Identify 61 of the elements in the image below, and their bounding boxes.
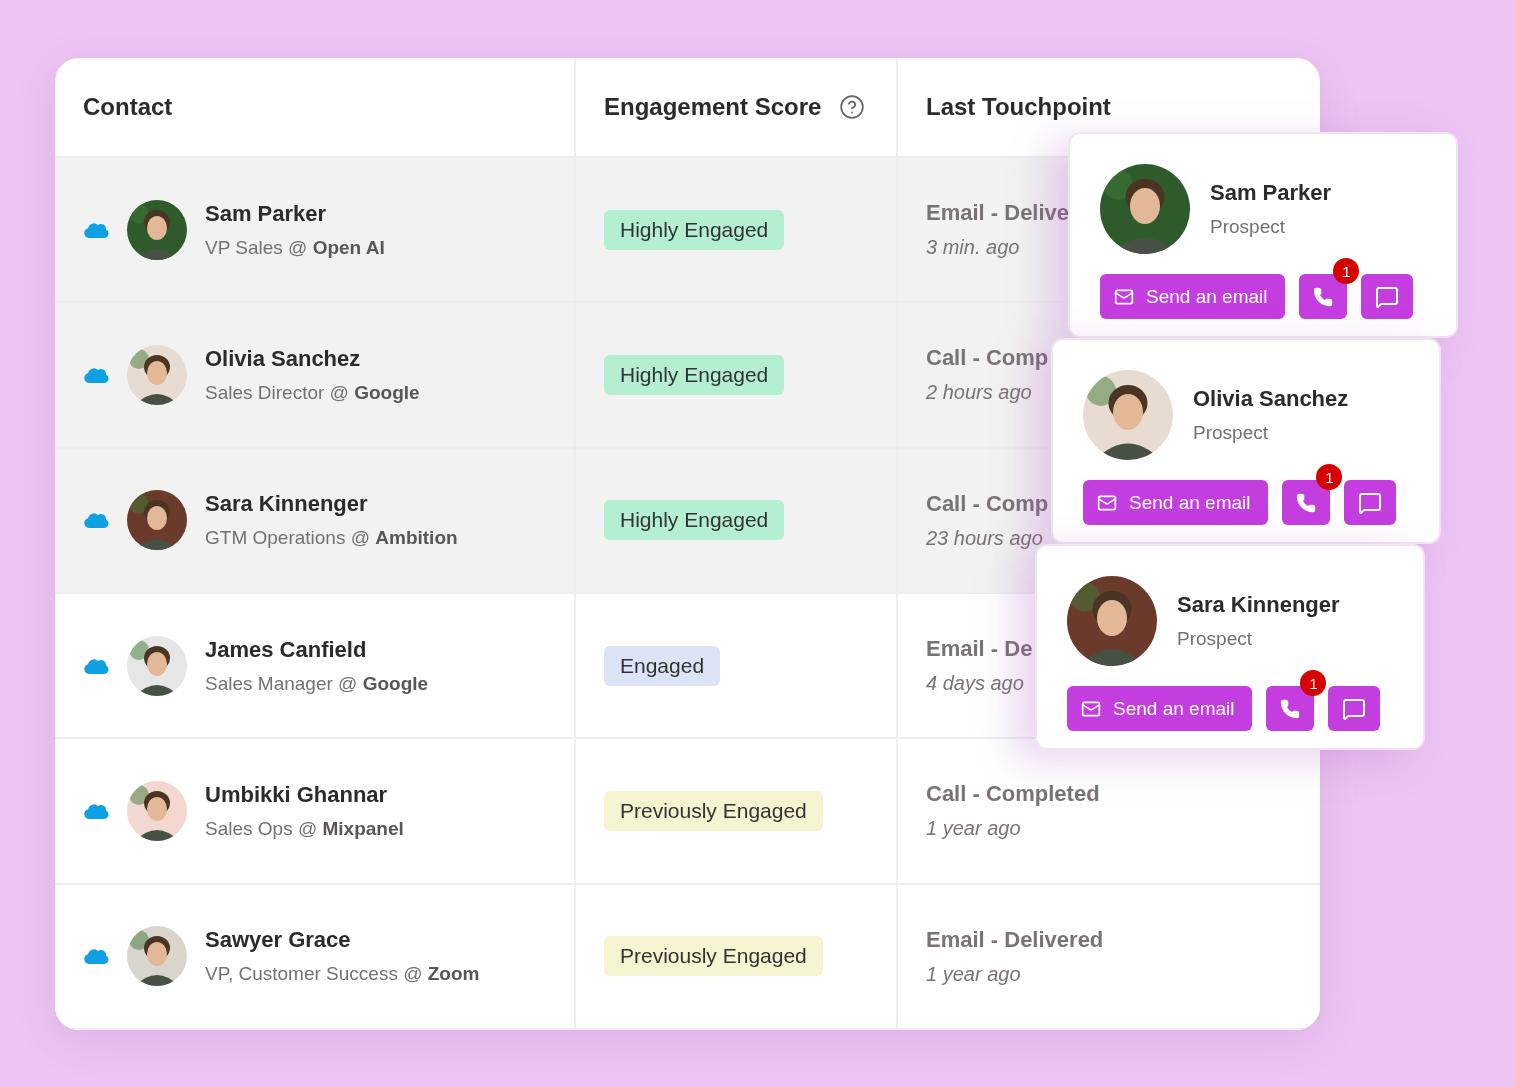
engagement-tag: Highly Engaged [604,355,785,395]
touchpoint-type: Email - Delivered [926,926,1104,953]
cloud-icon [83,947,109,966]
touchpoint-type: Email - De [926,636,1033,663]
help-icon[interactable] [839,94,866,120]
notification-badge: 1 [1300,670,1327,696]
contact-title: VP, Customer Success @ Zoom [205,963,480,986]
message-icon [1375,284,1400,309]
message-button[interactable] [1361,274,1414,319]
contact-title: GTM Operations @ Ambition [205,527,458,550]
cloud-icon [83,656,109,675]
engagement-tag: Highly Engaged [604,500,785,541]
touchpoint-type: Call - Completed [926,781,1100,808]
touchpoint-time: 23 hours ago [926,526,1044,550]
card-role: Prospect [1193,422,1269,444]
card-role: Prospect [1210,216,1286,238]
contact-name: Sara Kinnenger [205,491,369,518]
send-email-button[interactable]: Send an email [1067,686,1253,731]
touchpoint-time: 1 year ago [926,962,1022,986]
touchpoint-type: Call - Comp [926,490,1049,517]
contact-title: Sales Manager @ Google [205,672,429,695]
card-name: Olivia Sanchez [1193,386,1349,412]
card-name: Sara Kinnenger [1177,592,1340,618]
phone-icon [1296,492,1317,513]
send-email-button[interactable]: Send an email [1083,480,1269,525]
engagement-tag: Previously Engaged [604,936,823,977]
contact-title: Sales Director @ Google [205,382,420,404]
column-header: Last Touchpoint [926,93,1111,121]
message-button[interactable] [1344,480,1397,525]
contact-name: James Canfield [205,636,368,663]
cloud-icon [83,511,109,530]
touchpoint-time: 2 hours ago [926,381,1033,405]
cloud-icon [83,366,109,384]
touchpoint-time: 4 days ago [926,672,1025,696]
engagement-tag: Engaged [604,645,721,686]
contact-name: Umbikki Ghannar [205,782,389,808]
contact-title: VP Sales @ Open AI [205,236,385,259]
touchpoint-type: Call - Comp [926,345,1049,372]
touchpoint-time: 1 year ago [926,817,1022,841]
engagement-tag: Previously Engaged [604,791,823,831]
column-header: Engagement Score [604,93,822,121]
card-role: Prospect [1177,628,1253,650]
column-header: Contact [83,93,173,121]
message-icon [1342,696,1367,721]
contact-name: Sawyer Grace [205,927,352,954]
cloud-icon [83,802,109,820]
contact-name: Olivia Sanchez [205,346,362,372]
message-button[interactable] [1328,686,1381,731]
notification-badge: 1 [1333,258,1360,284]
notification-badge: 1 [1316,464,1343,490]
cloud-icon [83,220,109,239]
touchpoint-time: 3 min. ago [926,236,1021,260]
touchpoint-type: Email - Delive [926,200,1070,227]
engagement-tag: Highly Engaged [604,209,785,250]
phone-icon [1280,698,1301,719]
contact-name: Sam Parker [205,200,328,227]
message-icon [1358,490,1383,515]
card-name: Sam Parker [1210,180,1332,206]
contact-title: Sales Ops @ Mixpanel [205,818,404,840]
phone-icon [1313,286,1334,307]
send-email-button[interactable]: Send an email [1100,274,1286,319]
